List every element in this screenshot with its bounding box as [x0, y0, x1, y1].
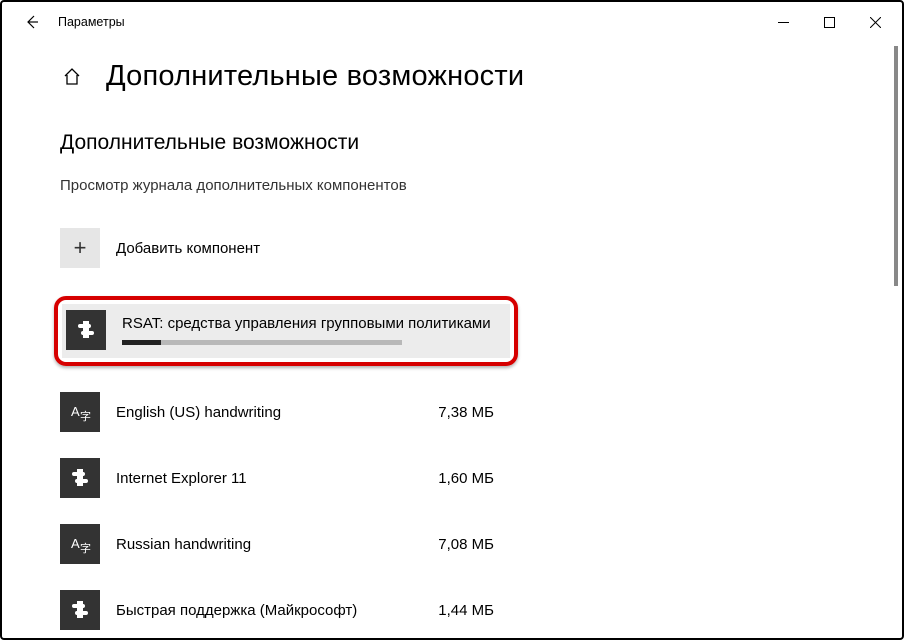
puzzle-icon: [60, 458, 100, 498]
language-icon: A字: [60, 524, 100, 564]
feature-name: English (US) handwriting: [116, 404, 281, 421]
scrollbar[interactable]: [894, 46, 898, 286]
home-icon: [62, 67, 82, 87]
minimize-icon: [778, 17, 789, 28]
feature-row[interactable]: Internet Explorer 11 1,60 МБ: [60, 458, 500, 498]
puzzle-icon: [66, 310, 106, 350]
feature-row[interactable]: A字 English (US) handwriting 7,38 МБ: [60, 392, 500, 432]
feature-row[interactable]: A字 Russian handwriting 7,08 МБ: [60, 524, 500, 564]
plus-icon: +: [60, 228, 100, 268]
feature-size: 1,44 МБ: [438, 602, 494, 619]
svg-text:A: A: [71, 536, 80, 551]
close-button[interactable]: [852, 2, 898, 42]
close-icon: [870, 17, 881, 28]
add-feature-row[interactable]: + Добавить компонент: [60, 228, 500, 268]
install-progress-fill: [122, 340, 161, 345]
page-title: Дополнительные возможности: [106, 60, 524, 93]
maximize-icon: [824, 17, 835, 28]
install-progress: [122, 340, 402, 345]
add-feature-label: Добавить компонент: [116, 240, 260, 257]
feature-size: 7,38 МБ: [438, 404, 494, 421]
puzzle-icon: [60, 590, 100, 630]
maximize-button[interactable]: [806, 2, 852, 42]
language-icon: A字: [60, 392, 100, 432]
history-link[interactable]: Просмотр журнала дополнительных компонен…: [60, 177, 902, 194]
section-title: Дополнительные возможности: [60, 131, 902, 155]
feature-name: Быстрая поддержка (Майкрософт): [116, 602, 357, 619]
svg-text:A: A: [71, 404, 80, 419]
feature-size: 1,60 МБ: [438, 470, 494, 487]
feature-name: RSAT: средства управления групповыми пол…: [122, 315, 491, 332]
minimize-button[interactable]: [760, 2, 806, 42]
home-button[interactable]: [60, 65, 84, 89]
back-button[interactable]: [10, 2, 54, 42]
svg-text:字: 字: [80, 409, 91, 423]
feature-name: Russian handwriting: [116, 536, 251, 553]
feature-row-installing[interactable]: RSAT: средства управления групповыми пол…: [62, 304, 510, 358]
feature-name: Internet Explorer 11: [116, 470, 247, 487]
arrow-left-icon: [24, 14, 40, 30]
svg-text:字: 字: [80, 541, 91, 555]
installing-feature-highlight: RSAT: средства управления групповыми пол…: [54, 296, 518, 366]
feature-size: 7,08 МБ: [438, 536, 494, 553]
feature-row[interactable]: Быстрая поддержка (Майкрософт) 1,44 МБ: [60, 590, 500, 630]
window-title: Параметры: [58, 15, 125, 29]
